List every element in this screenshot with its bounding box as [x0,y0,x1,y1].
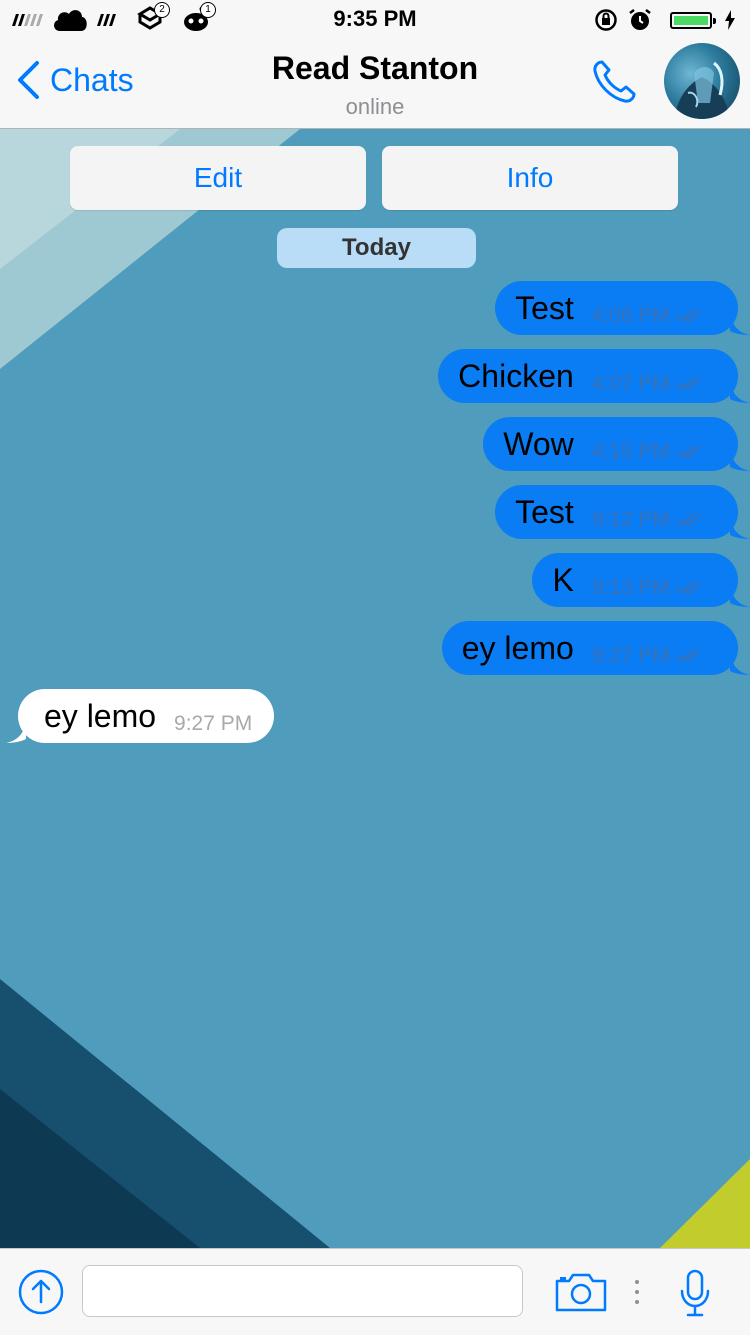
message-input[interactable] [82,1265,523,1317]
double-check-icon [676,581,701,595]
status-bar: 2 1 9:35 PM [0,0,750,40]
bubble-tail [6,721,26,743]
message-bubble-outgoing[interactable]: K 9:13 PM [532,553,750,607]
message-text: ey lemo [461,629,574,666]
alarm-icon [629,9,651,30]
bubble-tail [730,653,750,675]
rotation-lock-icon [595,9,617,31]
date-separator: Today [277,228,476,268]
chat-area[interactable]: Edit Info Today Test 4:06 PM Chicken 4:0… [0,129,750,1248]
microphone-icon [680,1269,710,1317]
microphone-button[interactable] [680,1269,710,1317]
message-time: 9:13 PM [591,576,670,599]
edit-button[interactable]: Edit [70,146,366,210]
upload-arrow-icon [18,1269,64,1315]
attach-button[interactable] [18,1269,64,1315]
message-bubble-outgoing[interactable]: ey lemo 9:27 PM [441,621,750,675]
more-dots-icon[interactable] [634,1279,640,1305]
message-time: 9:27 PM [591,644,670,667]
double-check-icon [676,377,701,391]
message-input-bar [0,1248,750,1335]
phone-icon [593,60,636,103]
message-text: Test [515,289,574,326]
bubble-tail [730,585,750,607]
message-bubble-outgoing[interactable]: Wow 4:15 PM [483,417,750,471]
message-time: 4:07 PM [591,372,670,395]
message-time: 9:27 PM [174,712,253,735]
avatar[interactable] [664,43,740,119]
bubble-tail [730,381,750,403]
message-time: 4:06 PM [591,304,670,327]
double-check-icon [676,649,701,663]
message-time: 9:12 PM [591,508,670,531]
bubble-tail [730,313,750,335]
status-bar-right [594,6,736,34]
message-time: 4:15 PM [591,440,670,463]
battery-icon [670,11,716,29]
charging-bolt-icon [725,10,735,30]
message-bubble-outgoing[interactable]: Test 9:12 PM [495,485,750,539]
call-button[interactable] [588,56,640,108]
info-button[interactable]: Info [382,146,678,210]
navigation-bar: Chats Read Stanton online [0,40,750,129]
camera-button[interactable] [554,1271,608,1313]
avatar-image [674,61,730,119]
message-text: Wow [503,425,574,462]
camera-icon [555,1273,607,1312]
message-bubble-incoming[interactable]: ey lemo 9:27 PM [6,689,275,743]
double-check-icon [676,309,701,323]
message-bubble-outgoing[interactable]: Test 4:06 PM [495,281,750,335]
double-check-icon [676,513,701,527]
message-text: Chicken [458,357,574,394]
message-text: ey lemo [44,697,157,734]
message-text: Test [515,493,574,530]
bubble-tail [730,449,750,471]
double-check-icon [676,445,701,459]
message-bubble-outgoing[interactable]: Chicken 4:07 PM [438,349,750,403]
message-text: K [552,561,574,598]
bubble-tail [730,517,750,539]
